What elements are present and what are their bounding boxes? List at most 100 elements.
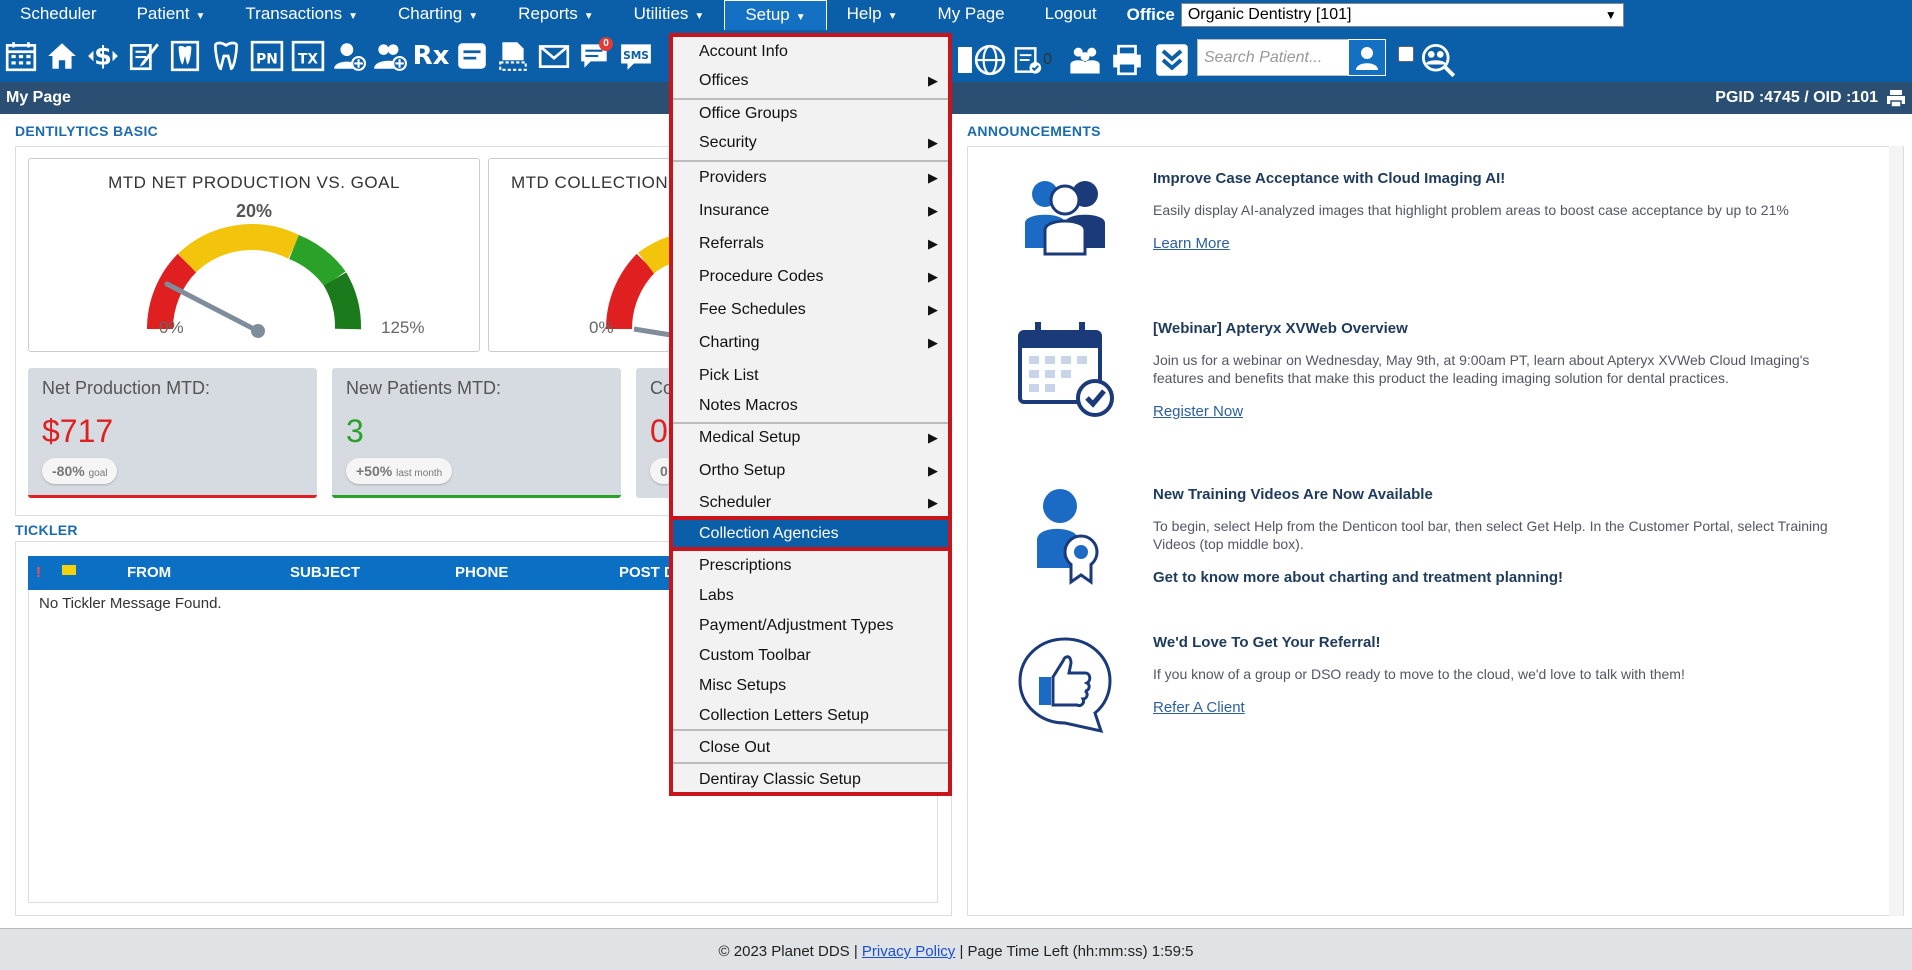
menu-item-notes-macros[interactable]: Notes Macros — [673, 391, 948, 421]
treatment-icon[interactable]: TX — [289, 36, 327, 76]
submenu-arrow-icon: ▶ — [928, 236, 938, 251]
team-icon[interactable] — [1065, 40, 1105, 80]
print-page-icon[interactable] — [1886, 88, 1906, 108]
thumbs-up-icon — [1018, 637, 1112, 734]
stat-value: $717 — [42, 413, 114, 449]
learn-more-link[interactable]: Learn More — [1153, 235, 1863, 252]
menu-item-fee-schedules[interactable]: Fee Schedules ▶ — [673, 295, 948, 325]
menu-item-collection-letters-setup[interactable]: Collection Letters Setup — [673, 701, 948, 731]
svg-text:TX: TX — [298, 51, 318, 67]
announcements-title: ANNOUNCEMENTS — [967, 123, 1101, 139]
chevron-double-down-icon[interactable] — [1152, 40, 1192, 80]
sms-icon[interactable]: SMS — [617, 36, 655, 76]
menu-patient[interactable]: Patient ▼ — [117, 0, 226, 30]
patient-search-button[interactable] — [1348, 39, 1386, 76]
menu-my-page[interactable]: My Page — [918, 0, 1025, 30]
search-option-checkbox[interactable] — [1398, 46, 1414, 62]
register-now-link[interactable]: Register Now — [1153, 403, 1863, 420]
stat-card-net-production: Net Production MTD: $717 -80% goal — [28, 368, 317, 498]
add-family-icon[interactable] — [371, 36, 409, 76]
menu-item-providers[interactable]: Providers ▶ — [673, 163, 948, 193]
menu-label: Scheduler — [20, 4, 97, 23]
menu-item-collection-agencies[interactable]: Collection Agencies — [669, 516, 952, 551]
add-patient-icon[interactable] — [330, 36, 368, 76]
menu-reports[interactable]: Reports ▼ — [498, 0, 613, 30]
messages-icon[interactable]: 0 — [576, 36, 614, 76]
tooth-chart-icon[interactable] — [166, 36, 204, 76]
column-header-from[interactable]: FROM — [127, 564, 171, 581]
menu-item-prescriptions[interactable]: Prescriptions — [673, 551, 948, 581]
refer-a-client-link[interactable]: Refer A Client — [1153, 699, 1863, 716]
person-search-icon — [1356, 46, 1378, 70]
announcement-item: New Training Videos Are Now Available To… — [1153, 486, 1863, 586]
submenu-arrow-icon: ▶ — [928, 335, 938, 350]
edit-notes-icon[interactable] — [125, 36, 163, 76]
tickler-title: TICKLER — [15, 522, 78, 538]
menu-item-label: Labs — [699, 587, 734, 604]
menu-charting[interactable]: Charting ▼ — [378, 0, 498, 30]
notes-icon[interactable] — [453, 36, 491, 76]
announcements-scrollbar[interactable] — [1889, 146, 1903, 916]
column-header-post-date[interactable]: POST D — [619, 564, 675, 581]
tooth-icon[interactable] — [207, 36, 245, 76]
announcement-title: New Training Videos Are Now Available — [1153, 486, 1433, 503]
home-icon[interactable] — [43, 36, 81, 76]
menu-item-payment-adjustment-types[interactable]: Payment/Adjustment Types — [673, 611, 948, 641]
menu-item-procedure-codes[interactable]: Procedure Codes ▶ — [673, 262, 948, 292]
menu-utilities[interactable]: Utilities ▼ — [614, 0, 725, 30]
menu-item-custom-toolbar[interactable]: Custom Toolbar — [673, 641, 948, 671]
menu-item-medical-setup[interactable]: Medical Setup ▶ — [673, 423, 948, 453]
menu-scheduler[interactable]: Scheduler — [0, 0, 117, 30]
menu-item-scheduler[interactable]: Scheduler ▶ — [673, 488, 948, 518]
stat-card-new-patients: New Patients MTD: 3 +50% last month — [332, 368, 621, 498]
column-header-phone[interactable]: PHONE — [455, 564, 508, 581]
menu-item-labs[interactable]: Labs — [673, 581, 948, 611]
menu-item-label: Collection Agencies — [699, 525, 839, 542]
menu-item-dentiray-classic-setup[interactable]: Dentiray Classic Setup — [673, 765, 948, 795]
calendar-icon[interactable] — [2, 36, 40, 76]
menu-item-charting[interactable]: Charting ▶ — [673, 328, 948, 358]
menu-help[interactable]: Help ▼ — [827, 0, 918, 30]
menu-item-ortho-setup[interactable]: Ortho Setup ▶ — [673, 456, 948, 486]
print-form-icon[interactable] — [494, 36, 532, 76]
announcement-description: If you know of a group or DSO ready to m… — [1153, 666, 1685, 682]
submenu-arrow-icon: ▶ — [928, 135, 938, 150]
announcement-item: [Webinar] Apteryx XVWeb Overview Join us… — [1153, 320, 1863, 420]
gauge-dial: 0% 125% — [146, 224, 424, 338]
envelope-icon[interactable] — [535, 36, 573, 76]
prescription-icon[interactable]: Rx — [412, 36, 450, 76]
menu-item-label: Medical Setup — [699, 429, 801, 446]
menu-item-pick-list[interactable]: Pick List — [673, 361, 948, 391]
stat-pill: +50% last month — [346, 458, 453, 484]
menu-item-label: Security — [699, 134, 757, 151]
menu-item-insurance[interactable]: Insurance ▶ — [673, 196, 948, 226]
setup-dropdown-menu: Account Info Offices ▶ Office Groups Secu… — [669, 33, 952, 796]
menu-transactions[interactable]: Transactions ▼ — [225, 0, 378, 30]
group-search-icon[interactable] — [1418, 40, 1458, 80]
menu-item-label: Custom Toolbar — [699, 647, 811, 664]
dollar-arrows-icon[interactable]: $ — [84, 36, 122, 76]
menu-setup[interactable]: Setup ▼ — [724, 0, 827, 30]
menu-item-referrals[interactable]: Referrals ▶ — [673, 229, 948, 259]
submenu-arrow-icon: ▶ — [928, 430, 938, 445]
announcement-title: Improve Case Acceptance with Cloud Imagi… — [1153, 170, 1506, 187]
privacy-policy-link[interactable]: Privacy Policy — [862, 943, 955, 960]
announcement-description: To begin, select Help from the Denticon … — [1153, 518, 1828, 552]
menu-item-misc-setups[interactable]: Misc Setups — [673, 671, 948, 701]
menu-item-office-groups[interactable]: Office Groups — [673, 99, 948, 129]
menu-item-security[interactable]: Security ▶ — [673, 128, 948, 158]
office-label: Office — [1126, 5, 1175, 24]
column-header-subject[interactable]: SUBJECT — [290, 564, 360, 581]
menu-item-label: Office Groups — [699, 105, 798, 122]
office-select[interactable]: Organic Dentistry [101] ▼ — [1180, 3, 1624, 27]
printer-icon[interactable] — [1107, 40, 1147, 80]
globe-icon[interactable] — [970, 40, 1010, 80]
menu-item-account-info[interactable]: Account Info — [673, 37, 948, 67]
menu-item-offices[interactable]: Offices ▶ — [673, 66, 948, 96]
caret-down-icon: ▼ — [195, 11, 206, 22]
menu-item-close-out[interactable]: Close Out — [673, 733, 948, 763]
gauge-title: MTD NET PRODUCTION VS. GOAL — [108, 173, 400, 192]
menu-logout[interactable]: Logout — [1025, 0, 1117, 30]
progress-notes-icon[interactable]: PN — [248, 36, 286, 76]
task-list-icon[interactable]: 0 — [1012, 40, 1052, 80]
